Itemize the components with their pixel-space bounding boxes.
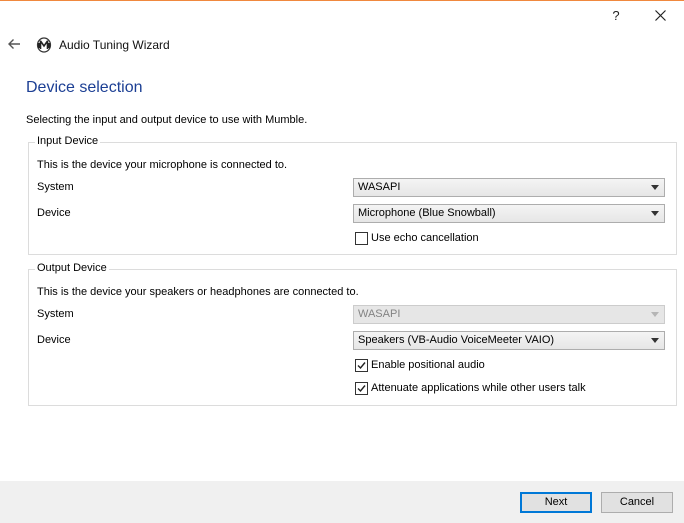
- page-description: Selecting the input and output device to…: [26, 114, 308, 126]
- input-system-value: WASAPI: [358, 181, 401, 193]
- footer-bar: Next Cancel: [0, 481, 684, 523]
- attenuate-checkbox[interactable]: [355, 382, 368, 395]
- next-button[interactable]: Next: [520, 492, 592, 513]
- chevron-down-icon: [651, 338, 659, 343]
- wizard-title: Audio Tuning Wizard: [59, 38, 170, 52]
- back-button[interactable]: [7, 38, 23, 52]
- close-icon: [655, 10, 666, 21]
- input-device-select[interactable]: Microphone (Blue Snowball): [353, 204, 665, 223]
- echo-cancellation-label[interactable]: Use echo cancellation: [371, 232, 479, 244]
- page-title: Device selection: [26, 79, 143, 96]
- output-device-group: Output Device This is the device your sp…: [28, 262, 677, 406]
- output-device-group-title: Output Device: [35, 262, 109, 274]
- positional-audio-label[interactable]: Enable positional audio: [371, 359, 485, 371]
- chevron-down-icon: [651, 185, 659, 190]
- checkmark-icon: [357, 362, 366, 370]
- attenuate-label[interactable]: Attenuate applications while other users…: [371, 382, 586, 394]
- input-device-description: This is the device your microphone is co…: [37, 159, 288, 171]
- input-device-value: Microphone (Blue Snowball): [358, 207, 496, 219]
- output-device-value: Speakers (VB-Audio VoiceMeeter VAIO): [358, 334, 555, 346]
- echo-cancellation-checkbox[interactable]: [355, 232, 368, 245]
- input-device-label: Device: [37, 207, 71, 219]
- title-bar: ?: [0, 1, 684, 31]
- mumble-logo-icon: [36, 37, 52, 53]
- output-device-select[interactable]: Speakers (VB-Audio VoiceMeeter VAIO): [353, 331, 665, 350]
- close-button[interactable]: [645, 1, 675, 31]
- checkmark-icon: [357, 385, 366, 393]
- output-system-select: WASAPI: [353, 305, 665, 324]
- output-device-label: Device: [37, 334, 71, 346]
- cancel-button[interactable]: Cancel: [601, 492, 673, 513]
- input-system-select[interactable]: WASAPI: [353, 178, 665, 197]
- back-arrow-icon: [8, 39, 20, 49]
- input-device-group-title: Input Device: [35, 135, 101, 147]
- input-system-label: System: [37, 181, 74, 193]
- output-device-description: This is the device your speakers or head…: [37, 286, 359, 298]
- input-device-group: Input Device This is the device your mic…: [28, 135, 677, 255]
- positional-audio-checkbox[interactable]: [355, 359, 368, 372]
- output-system-value: WASAPI: [358, 308, 401, 320]
- help-button[interactable]: ?: [602, 1, 630, 31]
- chevron-down-icon: [651, 211, 659, 216]
- output-system-label: System: [37, 308, 74, 320]
- chevron-down-icon: [651, 312, 659, 317]
